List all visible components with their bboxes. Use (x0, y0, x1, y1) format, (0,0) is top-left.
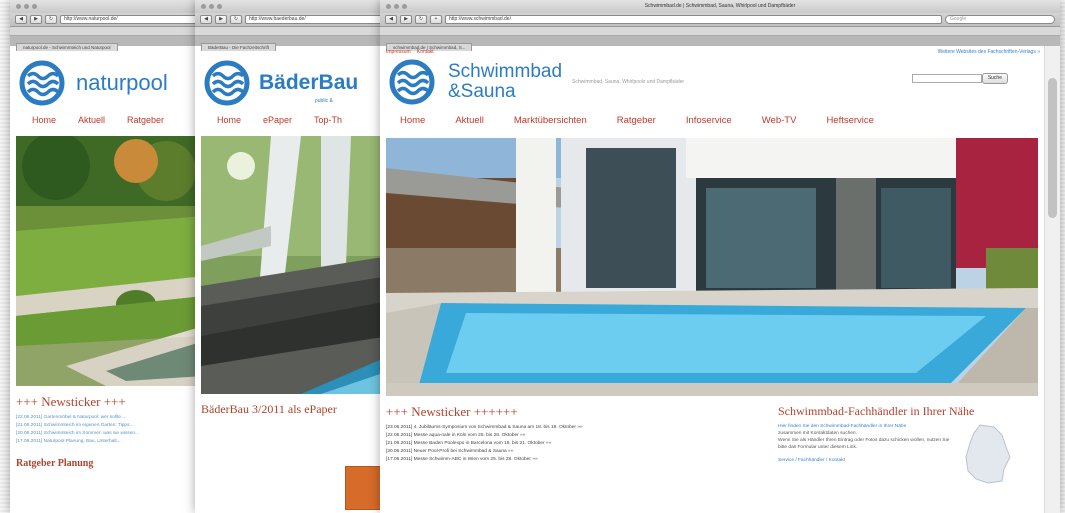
waves-logo-icon[interactable] (386, 59, 442, 105)
dealer-search-link[interactable]: Hier finden Sie den Schwimmbad-Fachhändl… (778, 423, 958, 430)
site-tagline: Schwimmbad, Sauna, Whirlpools und Dampfb… (572, 79, 685, 85)
window-titlebar (195, 0, 395, 13)
nav-item-aktuell[interactable]: Aktuell (78, 115, 105, 125)
ticker-item[interactable]: [21.06.2011] Schwimmteich im eigenen Gar… (10, 422, 210, 430)
address-bar[interactable]: http://www.schwimmbad.de/ (445, 15, 942, 24)
site-header: Schwimmbad &Sauna Schwimmbad, Sauna, Whi… (380, 56, 1060, 108)
newsticker-heading: +++ Newsticker +++ (16, 394, 126, 409)
browser-toolbar: ◀ ▶ ↻ + http://www.schwimmbad.de/ Google (380, 13, 1060, 27)
add-bookmark-button[interactable]: + (430, 15, 442, 24)
browser-toolbar: ◀ ▶ ↻ http://www.naturpool.de/ (10, 13, 210, 27)
web-page: naturpool Home Aktuell Ratgeber +++ News… (10, 46, 210, 513)
reload-button[interactable]: ↻ (45, 15, 57, 24)
forward-button[interactable]: ▶ (30, 15, 42, 24)
window-title: Schwimmbad.de | Schwimmbad, Sauna, Whirl… (644, 3, 796, 9)
site-search-button[interactable]: Suche (981, 73, 1008, 84)
zoom-light-icon[interactable] (32, 4, 37, 9)
logo-subtitle: public & (315, 98, 333, 104)
nav-item-heftservice[interactable]: Heftservice (826, 115, 874, 126)
window-titlebar (10, 0, 210, 13)
dealer-text: zusammen mit Kontaktdaten suchen. (778, 431, 857, 436)
waves-logo-icon[interactable] (201, 60, 257, 106)
address-bar[interactable]: http://www.baederbau.de/ (245, 15, 390, 24)
minimize-light-icon[interactable] (24, 4, 29, 9)
browser-search-field[interactable]: Google (945, 15, 1055, 24)
nav-item-aktuell[interactable]: Aktuell (455, 115, 484, 126)
close-light-icon[interactable] (386, 4, 391, 9)
nav-item-marktuebersichten[interactable]: Marktübersichten (514, 115, 587, 126)
site-header: BäderBau public & (195, 58, 395, 108)
dealer-box: Schwimmbad-Fachhändler in Ihrer Nähe Hie… (778, 404, 1040, 485)
back-button[interactable]: ◀ (385, 15, 397, 24)
tab-bar: schwimmbad.de | Schwimmbad, S... (380, 36, 1060, 51)
dealer-more-link[interactable]: Service / Fachhändler / Kontakt (778, 457, 958, 464)
forward-button[interactable]: ▶ (400, 15, 412, 24)
site-logo-text: BäderBau (259, 71, 359, 94)
tab-bar: BäderBau - Die Fachzeitschrift (195, 36, 395, 51)
minimize-light-icon[interactable] (209, 4, 214, 9)
web-page: BäderBau public & Home ePaper Top-Th Bäd… (195, 46, 395, 513)
section-heading: Ratgeber Planung (16, 458, 94, 469)
zoom-light-icon[interactable] (217, 4, 222, 9)
nav-item-infoservice[interactable]: Infoservice (686, 115, 732, 126)
close-light-icon[interactable] (201, 4, 206, 9)
site-search-input[interactable] (912, 74, 982, 83)
partner-sites-link[interactable]: Weitere Websites des Fachschriften-Verla… (938, 49, 1040, 55)
web-page: Impressum Kontakt Weitere Websites des F… (380, 46, 1060, 513)
browser-window-baederbau[interactable]: ◀ ▶ ↻ http://www.baederbau.de/ BäderBau … (195, 0, 395, 513)
dealer-text: Wenn Sie als Händler Ihren Eintrag oder … (778, 438, 950, 450)
main-nav: Home Aktuell Ratgeber (10, 108, 210, 132)
ticker-item[interactable]: [20.06.2011] Schwimmteich im Sommer: was… (10, 430, 210, 438)
scrollbar-thumb[interactable] (1048, 78, 1057, 218)
waves-logo-icon[interactable] (16, 60, 72, 106)
ticker-item[interactable]: [17.06.2011] Naturpool Planung, Bau, Unt… (10, 438, 210, 446)
nav-item-top-themen[interactable]: Top-Th (314, 115, 342, 125)
main-nav: Home Aktuell Marktübersichten Ratgeber I… (380, 108, 1060, 132)
site-logo-text: Schwimmbad &Sauna (448, 61, 563, 102)
vertical-scrollbar[interactable] (1044, 46, 1060, 513)
address-bar[interactable]: http://www.naturpool.de/ (60, 15, 205, 24)
germany-map-icon[interactable] (958, 423, 1018, 485)
forward-button[interactable]: ▶ (215, 15, 227, 24)
main-nav: Home ePaper Top-Th (195, 108, 395, 132)
epaper-heading: BäderBau 3/2011 als ePaper (201, 402, 337, 416)
minimize-light-icon[interactable] (394, 4, 399, 9)
reload-button[interactable]: ↻ (415, 15, 427, 24)
nav-item-home[interactable]: Home (400, 115, 425, 126)
bookmarks-bar (10, 27, 210, 36)
ticker-item[interactable]: [22.06.2011] Gartenmöbel & Naturpool: we… (10, 414, 210, 422)
hero-pool-villa-image (386, 138, 1038, 396)
nav-item-ratgeber[interactable]: Ratgeber (127, 115, 164, 125)
impressum-link[interactable]: Impressum (386, 49, 411, 55)
browser-window-schwimmbad[interactable]: Schwimmbad.de | Schwimmbad, Sauna, Whirl… (380, 0, 1060, 513)
site-logo-text: naturpool (76, 70, 168, 95)
bookmarks-bar (195, 27, 395, 36)
magazine-cover-image[interactable] (345, 466, 385, 510)
nav-item-ratgeber[interactable]: Ratgeber (617, 115, 656, 126)
browser-window-naturpool[interactable]: ◀ ▶ ↻ http://www.naturpool.de/ naturpool… (10, 0, 210, 513)
reload-button[interactable]: ↻ (230, 15, 242, 24)
site-header: naturpool (10, 58, 210, 108)
nav-item-home[interactable]: Home (217, 115, 241, 125)
nav-item-home[interactable]: Home (32, 115, 56, 125)
hero-thermal-bath-image (201, 136, 389, 394)
nav-item-web-tv[interactable]: Web-TV (762, 115, 797, 126)
kontakt-link[interactable]: Kontakt (417, 49, 434, 55)
browser-toolbar: ◀ ▶ ↻ http://www.baederbau.de/ (195, 13, 395, 27)
hero-garden-image (16, 136, 204, 386)
zoom-light-icon[interactable] (402, 4, 407, 9)
bookmarks-bar (380, 27, 1060, 36)
window-titlebar: Schwimmbad.de | Schwimmbad, Sauna, Whirl… (380, 0, 1060, 13)
back-button[interactable]: ◀ (15, 15, 27, 24)
dealer-heading: Schwimmbad-Fachhändler in Ihrer Nähe (778, 404, 975, 418)
back-button[interactable]: ◀ (200, 15, 212, 24)
tab-bar: naturpool.de - Schwimmteich und Naturpoo… (10, 36, 210, 51)
nav-item-epaper[interactable]: ePaper (263, 115, 292, 125)
close-light-icon[interactable] (16, 4, 21, 9)
